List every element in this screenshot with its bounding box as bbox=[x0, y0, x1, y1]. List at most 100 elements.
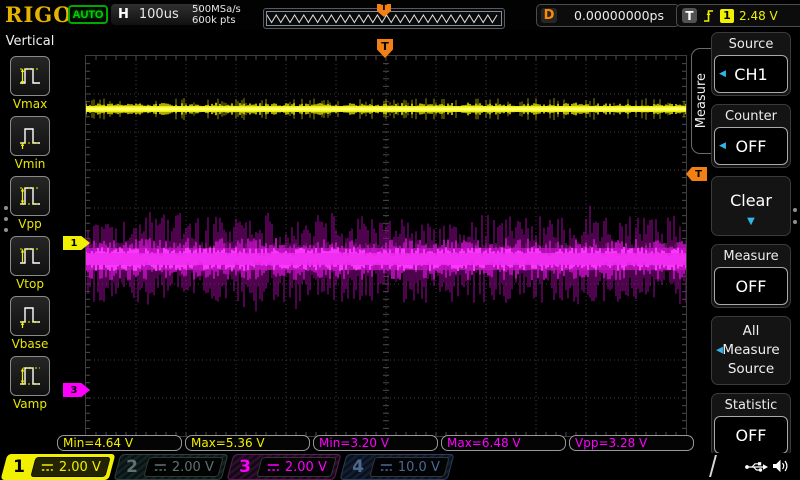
ch3-marker-label: 3 bbox=[71, 385, 78, 396]
channel-scale: 2.00 V bbox=[172, 460, 214, 475]
menu-item-label: Clear bbox=[714, 179, 788, 215]
menu-scroll-indicator bbox=[793, 208, 797, 224]
horizontal-timebase-button[interactable]: H 100us bbox=[111, 4, 201, 25]
menu-item-statistic[interactable]: Statistic OFF bbox=[711, 393, 791, 457]
measurement-readout: Vpp=3.28 V bbox=[569, 435, 694, 451]
sidebar-item-vmax[interactable]: Vmax bbox=[10, 56, 50, 111]
channel-scale-box: 10.0 V bbox=[369, 457, 449, 477]
trigger-source-badge: 1 bbox=[720, 9, 734, 23]
sidebar-item-label: Vtop bbox=[16, 277, 44, 291]
measurement-text: Min=3.20 V bbox=[319, 436, 389, 450]
top-bar: RIGOL AUTO H 100us 500MSa/s 600k pts T D… bbox=[0, 0, 800, 30]
timebase-value: 100us bbox=[139, 7, 179, 22]
measurement-results-bar: Min=4.64 V Max=5.36 V Min=3.20 V Max=6.4… bbox=[57, 435, 694, 451]
channel-1-badge[interactable]: 1 2.00 V bbox=[1, 454, 116, 480]
channel-number: 1 bbox=[5, 455, 33, 479]
channel-3-badge[interactable]: 3 2.00 V bbox=[227, 454, 342, 480]
vbase-icon bbox=[10, 296, 50, 336]
trigger-label: T bbox=[682, 8, 697, 23]
measure-menu-panel: Source ◀ CH1 Counter ◀ OFF Clear ▼ Measu… bbox=[711, 32, 791, 457]
measurement-text: Vpp=3.28 V bbox=[575, 436, 647, 450]
measure-menu-tab-label: Measure bbox=[694, 73, 709, 128]
vpp-icon bbox=[10, 176, 50, 216]
channel-scale: 2.00 V bbox=[285, 460, 327, 475]
menu-item-label: Counter bbox=[714, 107, 788, 127]
channel-status-bar: 1 2.00 V 2 2.00 V bbox=[0, 453, 800, 480]
measure-menu: Measure Source ◀ CH1 Counter ◀ OFF Clear… bbox=[690, 30, 800, 445]
menu-item-label: Measure All bbox=[714, 247, 788, 267]
trigger-level-value: 2.48 V bbox=[739, 9, 778, 23]
menu-item-value: OFF bbox=[736, 426, 767, 445]
sidebar-item-label: Vpp bbox=[18, 217, 41, 231]
vmin-icon bbox=[10, 116, 50, 156]
sidebar-item-vbase[interactable]: Vbase bbox=[10, 296, 50, 351]
channel-number: 4 bbox=[344, 455, 372, 479]
sidebar-item-label: Vamp bbox=[13, 397, 47, 411]
delay-readout[interactable]: D 0.00000000ps bbox=[536, 4, 680, 27]
preview-trigger-letter: T bbox=[381, 4, 387, 13]
oscilloscope-screen: RIGOL AUTO H 100us 500MSa/s 600k pts T D… bbox=[0, 0, 800, 480]
measurement-readout: Min=3.20 V bbox=[313, 435, 438, 451]
delay-value: 0.00000000ps bbox=[563, 8, 675, 23]
sidebar-title: Vertical bbox=[6, 34, 55, 49]
waveform-plot bbox=[86, 56, 686, 436]
menu-item-measure-all[interactable]: Measure All OFF bbox=[711, 244, 791, 308]
menu-item-value: OFF bbox=[736, 277, 767, 296]
left-arrow-icon: ◀ bbox=[719, 69, 726, 79]
delay-icon: D bbox=[541, 8, 557, 23]
sidebar-item-vmin[interactable]: Vmin bbox=[10, 116, 50, 171]
measurement-readout: Min=4.64 V bbox=[57, 435, 182, 451]
trigger-status-auto[interactable]: AUTO bbox=[68, 5, 108, 24]
vtop-icon bbox=[10, 236, 50, 276]
channel-2-badge[interactable]: 2 2.00 V bbox=[114, 454, 229, 480]
acquisition-info: 500MSa/s 600k pts bbox=[192, 4, 241, 26]
channel-scale-box: 2.00 V bbox=[143, 457, 223, 477]
dc-coupling-icon bbox=[41, 463, 54, 472]
sidebar-item-label: Vmax bbox=[13, 97, 47, 111]
dc-coupling-icon bbox=[154, 463, 167, 472]
dc-coupling-icon bbox=[267, 463, 280, 472]
measure-menu-tab: Measure bbox=[691, 48, 711, 154]
menu-item-clear[interactable]: Clear ▼ bbox=[711, 176, 791, 236]
menu-item-value: OFF bbox=[736, 137, 767, 156]
channel-4-badge[interactable]: 4 10.0 V bbox=[340, 454, 455, 480]
left-arrow-icon: ◀ bbox=[719, 141, 726, 151]
menu-item-value-box: OFF bbox=[714, 267, 788, 305]
vmax-icon bbox=[10, 56, 50, 96]
measurement-text: Max=6.48 V bbox=[447, 436, 521, 450]
menu-item-label: All Measure bbox=[714, 322, 788, 360]
measurement-text: Min=4.64 V bbox=[63, 436, 133, 450]
speaker-icon bbox=[772, 458, 789, 474]
sidebar-item-label: Vbase bbox=[12, 337, 49, 351]
menu-item-source[interactable]: Source ◀ CH1 bbox=[711, 32, 791, 96]
sample-rate: 500MSa/s bbox=[192, 4, 241, 15]
sidebar-item-vamp[interactable]: Vamp bbox=[10, 356, 50, 411]
sidebar-item-vpp[interactable]: Vpp bbox=[10, 176, 50, 231]
menu-item-label: Source bbox=[714, 35, 788, 55]
ch1-marker-label: 1 bbox=[71, 238, 78, 249]
menu-item-value-box: ◀ OFF bbox=[714, 127, 788, 165]
left-arrow-icon: ◀ bbox=[716, 341, 723, 360]
memory-depth: 600k pts bbox=[192, 15, 241, 26]
sidebar-item-vtop[interactable]: Vtop bbox=[10, 236, 50, 291]
menu-item-value-box: OFF bbox=[714, 416, 788, 454]
measurement-text: Max=5.36 V bbox=[191, 436, 265, 450]
menu-item-value: Source bbox=[714, 360, 788, 379]
sidebar-item-label: Vmin bbox=[15, 157, 46, 171]
down-arrow-icon: ▼ bbox=[714, 215, 788, 233]
channel-scale-box: 2.00 V bbox=[256, 457, 336, 477]
menu-item-value-box: ◀ CH1 bbox=[714, 55, 788, 93]
dc-coupling-icon bbox=[380, 463, 393, 472]
menu-item-label: Statistic bbox=[714, 396, 788, 416]
channel-number: 3 bbox=[231, 455, 259, 479]
measurement-readout: Max=6.48 V bbox=[441, 435, 566, 451]
display-area: 1 3 T T bbox=[60, 30, 700, 445]
channel-scale-box: 2.00 V bbox=[30, 457, 110, 477]
graticule bbox=[85, 55, 687, 437]
horizontal-label: H bbox=[118, 7, 129, 22]
channel-number: 2 bbox=[118, 455, 146, 479]
menu-item-all-measure-source[interactable]: ◀ All Measure Source bbox=[711, 316, 791, 385]
menu-item-counter[interactable]: Counter ◀ OFF bbox=[711, 104, 791, 168]
trigger-readout[interactable]: T 1 2.48 V bbox=[676, 4, 800, 27]
vamp-icon bbox=[10, 356, 50, 396]
